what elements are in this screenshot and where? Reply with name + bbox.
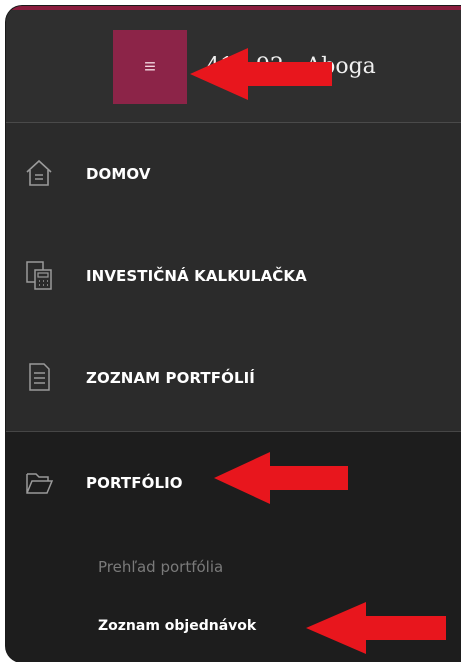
nav-label-investicna-kalkulacka: INVESTIČNÁ KALKULAČKA — [86, 267, 307, 285]
submenu-item-zoznam-objednavok[interactable]: Zoznam objednávok — [98, 618, 256, 634]
nav-item-domov[interactable]: DOMOV — [6, 123, 461, 228]
annotation-arrow-icon — [306, 602, 446, 654]
annotation-arrow-icon — [214, 452, 348, 504]
annotation-arrow-icon — [190, 48, 332, 100]
nav-label-portfolio: PORTFÓLIO — [86, 474, 183, 492]
hamburger-icon: ≡ — [144, 56, 156, 78]
nav-item-zoznam-portfolii[interactable]: ZOZNAM PORTFÓLIÍ — [6, 327, 461, 432]
sidebar-menu: ≡ 41 92 - Aboga DOMOV INVESTIČNÁ KALKULA… — [6, 6, 461, 662]
nav-item-investicna-kalkulacka[interactable]: INVESTIČNÁ KALKULAČKA — [6, 225, 461, 330]
hamburger-menu-button[interactable]: ≡ — [113, 30, 187, 104]
submenu-item-prehlad-portfolia[interactable]: Prehľad portfólia — [98, 558, 223, 576]
calculator-icon — [26, 261, 52, 290]
document-icon — [29, 363, 50, 391]
folder-open-icon — [26, 473, 54, 494]
nav-label-domov: DOMOV — [86, 165, 151, 183]
nav-label-zoznam-portfolii: ZOZNAM PORTFÓLIÍ — [86, 369, 255, 387]
home-icon — [26, 159, 52, 186]
